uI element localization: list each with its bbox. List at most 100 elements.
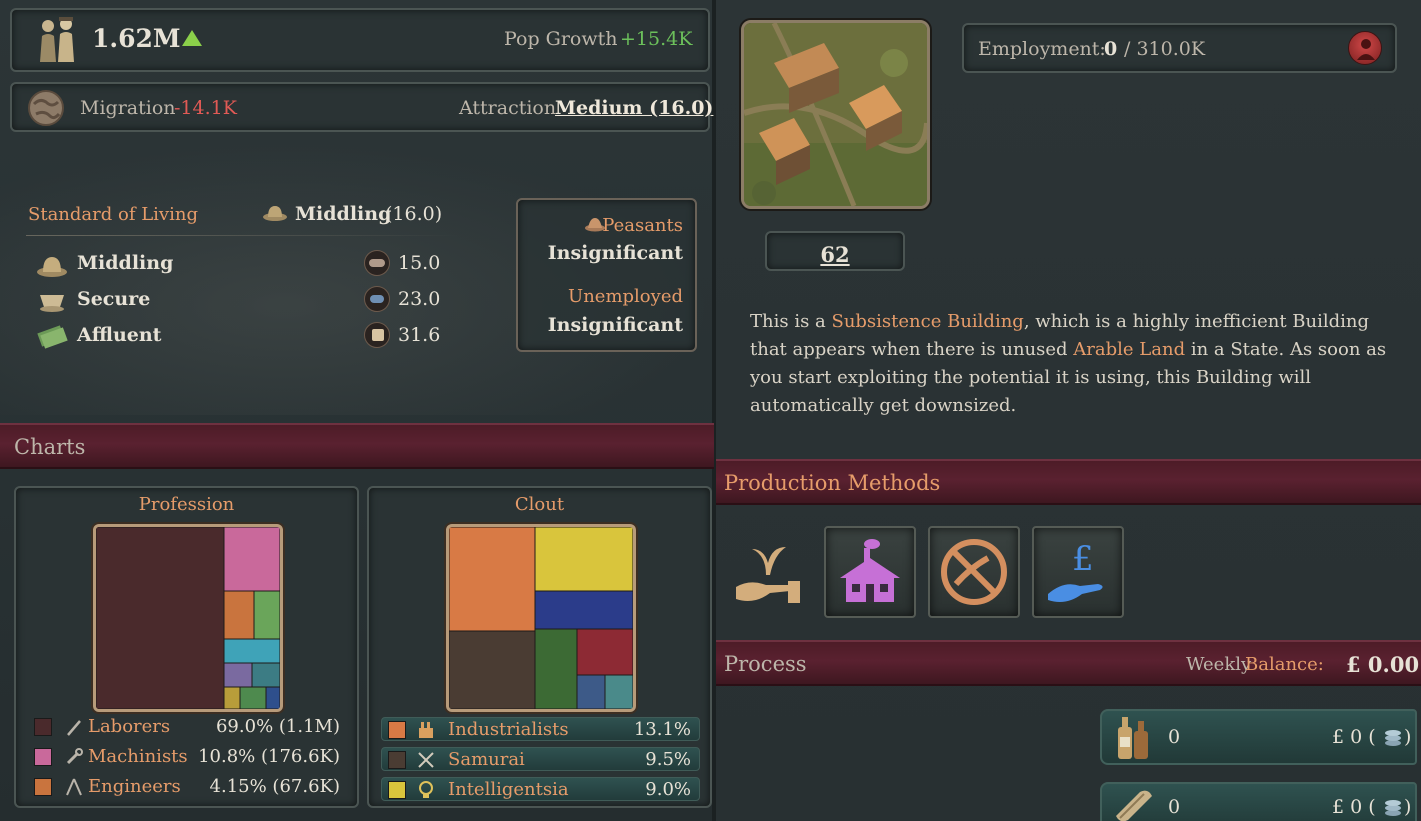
sol-level-middling: Middling [77, 252, 174, 274]
coins-icon [1385, 730, 1401, 746]
unemployed-label: Unemployed [568, 286, 683, 307]
clout-legend-row[interactable]: Intelligentsia 9.0% [381, 777, 700, 801]
legend-swatch-intelligentsia [388, 781, 406, 799]
wrench-icon [66, 748, 83, 765]
pop-growth-label: Pop Growth [504, 28, 618, 50]
pm-subsistence-house[interactable] [824, 526, 916, 618]
legend-swatch-machinists [34, 748, 52, 766]
sol-icon-1 [364, 250, 390, 276]
process-header: Process Weekly Balance: £ 0.00 [716, 640, 1421, 686]
sol-value-num: (16.0) [385, 203, 443, 225]
treemap-cell[interactable] [223, 638, 280, 664]
seedling-hand-icon [736, 547, 800, 603]
treemap-cell-machinists[interactable] [223, 527, 280, 592]
clout-legend-row[interactable]: Industrialists 13.1% [381, 717, 700, 741]
peasants-label: Peasants [602, 215, 683, 236]
goods-amount: 0 [1168, 726, 1181, 748]
coins-icon [1385, 800, 1401, 816]
legend-name-industrialists: Industrialists [448, 719, 569, 740]
weekly-label: Weekly [1186, 654, 1252, 675]
legend-value-industrialists: 13.1% [633, 719, 691, 740]
pm-no-ownership[interactable] [928, 526, 1020, 618]
treemap-cell[interactable] [534, 628, 578, 709]
legend-value-laborers: 69.0% (1.1M) [215, 716, 340, 737]
building-description: This is a Subsistence Building, which is… [750, 308, 1400, 420]
sol-value-3: 31.6 [398, 324, 441, 346]
building-level-box[interactable]: 62 [765, 231, 905, 271]
groups-box: Peasants Insignificant Unemployed Insign… [516, 198, 697, 352]
lightbulb-icon [419, 781, 433, 798]
employment-bar[interactable]: Employment: 0 / 310.0K [962, 23, 1397, 73]
attraction-value[interactable]: Medium (16.0) [555, 97, 713, 119]
growth-up-arrow-icon [182, 30, 202, 46]
treemap-cell-samurai[interactable] [449, 630, 536, 709]
treemap-cell-intelligentsia[interactable] [534, 527, 633, 592]
treemap-cell[interactable] [223, 686, 241, 709]
legend-name-engineers: Engineers [88, 776, 181, 797]
profession-treemap-svg [96, 527, 280, 709]
legend-name-machinists: Machinists [88, 746, 188, 767]
treemap-cell[interactable] [576, 674, 606, 709]
legend-name-intelligentsia: Intelligentsia [448, 779, 569, 800]
process-title: Process [724, 652, 807, 676]
desc-link-arable-land[interactable]: Arable Land [1073, 339, 1185, 360]
goods-price-close: ) [1404, 726, 1412, 748]
legend-swatch-engineers [34, 778, 52, 796]
legend-value-engineers: 4.15% (67.6K) [209, 776, 340, 797]
liquor-bottles-icon [1118, 717, 1148, 759]
goods-price-close: ) [1404, 796, 1412, 818]
pound-hand-icon: £ [1048, 539, 1103, 602]
treemap-cell[interactable] [604, 674, 633, 709]
goods-amount: 0 [1168, 796, 1181, 818]
secure-icon [40, 295, 64, 312]
no-harvest-icon [941, 539, 1007, 605]
treemap-cell[interactable] [576, 628, 633, 676]
treemap-cell[interactable] [265, 686, 280, 709]
clout-legend-row[interactable]: Samurai 9.5% [381, 747, 700, 771]
employment-current: 0 [1104, 38, 1118, 60]
charts-header: Charts [0, 423, 714, 469]
treemap-cell-industrialists[interactable] [449, 527, 536, 632]
legend-swatch-laborers [34, 718, 52, 736]
treemap-cell[interactable] [239, 686, 267, 709]
balance-label: Balance: [1245, 654, 1324, 675]
treemap-cell-laborers[interactable] [96, 527, 225, 709]
goods-row[interactable]: 0 £ 0 ( ) [1100, 709, 1417, 765]
treemap-cell[interactable] [534, 590, 633, 630]
desc-part-1: This is a [750, 311, 832, 332]
population-total: 1.62M [92, 24, 181, 53]
employee-avatar-icon [1348, 31, 1382, 65]
migration-bar[interactable]: Migration -14.1K Attraction Medium (16.0… [10, 82, 713, 132]
clout-treemap [446, 524, 636, 712]
employment-max: / 310.0K [1124, 38, 1206, 60]
shovel-icon [66, 720, 81, 736]
legend-swatch-samurai [388, 751, 406, 769]
migration-label: Migration [80, 97, 176, 119]
compass-icon [65, 778, 82, 796]
treemap-cell-engineers[interactable] [223, 590, 255, 640]
pop-growth-value: +15.4K [620, 28, 693, 50]
profession-legend-row[interactable]: Laborers 69.0% (1.1M) [34, 716, 354, 742]
profession-chart-panel: Profession Laborers 69.0% (1.1M) Machini… [14, 486, 359, 808]
sol-icon-2 [364, 286, 390, 312]
desc-link-subsistence[interactable]: Subsistence Building [831, 311, 1023, 332]
goods-row[interactable]: 0 £ 0 ( ) [1100, 782, 1417, 821]
treemap-cell[interactable] [253, 590, 280, 640]
profession-treemap [93, 524, 283, 712]
attraction-label: Attraction [459, 97, 557, 119]
sol-divider [26, 235, 460, 236]
scroll-icon [1116, 790, 1152, 821]
treemap-cell[interactable] [251, 662, 280, 688]
profession-legend-row[interactable]: Engineers 4.15% (67.6K) [34, 776, 354, 802]
pm-pound-hand[interactable]: £ [1032, 526, 1124, 618]
globe-icon [28, 90, 64, 126]
weekly-balance-value: £ 0.00 [1346, 652, 1420, 677]
profession-legend-row[interactable]: Machinists 10.8% (176.6K) [34, 746, 354, 772]
legend-value-machinists: 10.8% (176.6K) [198, 746, 340, 767]
migration-value: -14.1K [174, 97, 237, 119]
legend-value-intelligentsia: 9.0% [645, 779, 691, 800]
sol-value-1: 15.0 [398, 252, 441, 274]
population-bar[interactable]: 1.62M Pop Growth +15.4K [10, 8, 710, 72]
sol-icon-3 [364, 322, 390, 348]
treemap-cell[interactable] [223, 662, 253, 688]
